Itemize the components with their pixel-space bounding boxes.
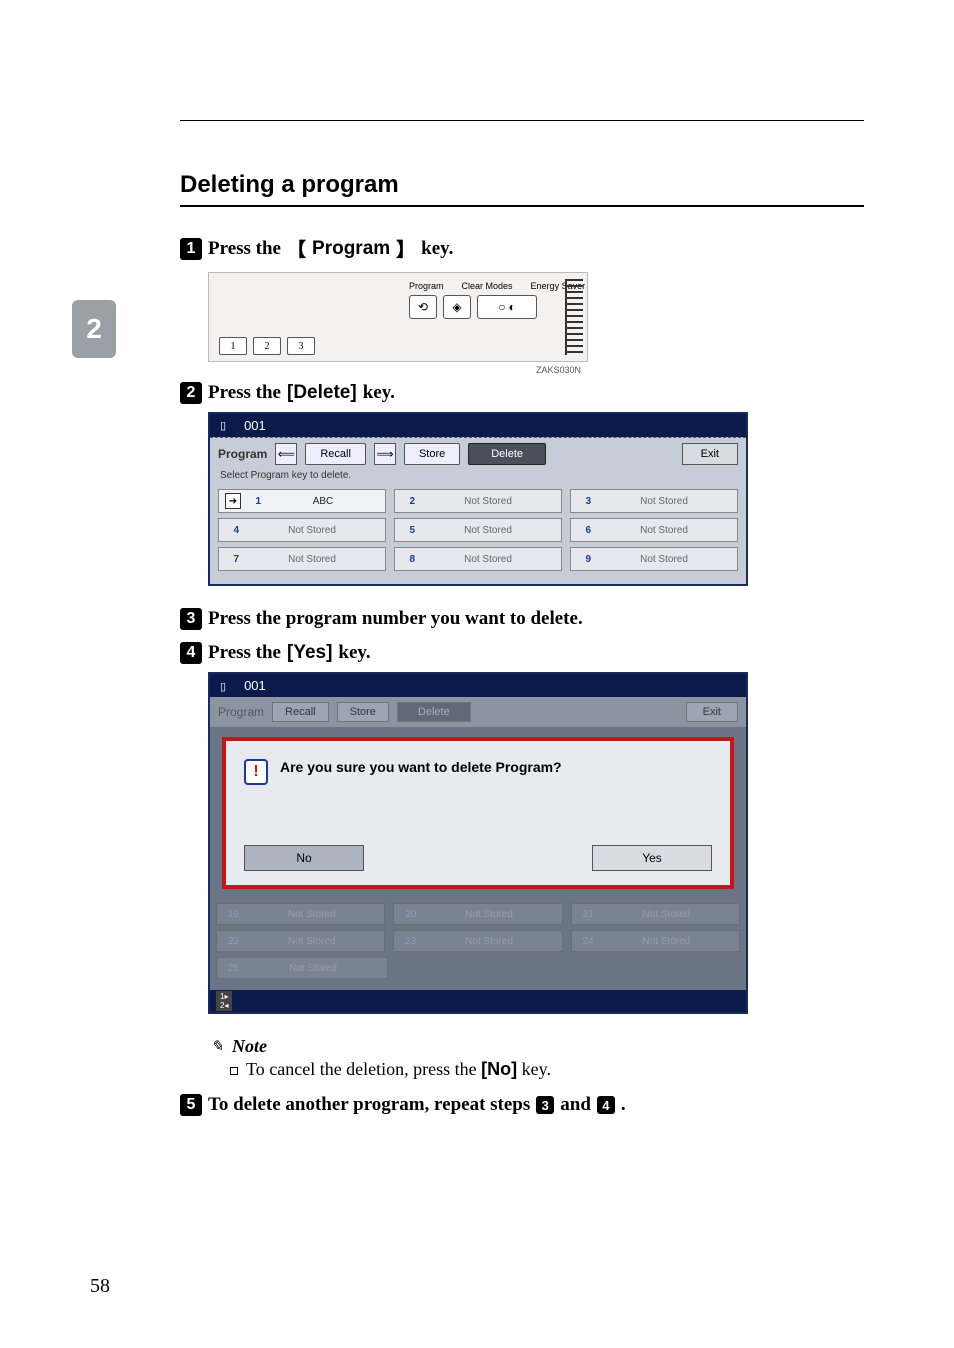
program-slot-8[interactable]: 8Not Stored — [394, 547, 562, 571]
program-key-label: Program — [312, 238, 390, 260]
numkey-2[interactable]: 2 — [253, 337, 281, 355]
step-5-text-b: and — [560, 1094, 591, 1116]
step-number-5: 5 — [180, 1094, 202, 1116]
bg-slot: 21Not Stored — [571, 903, 740, 925]
program-slot-7[interactable]: 7Not Stored — [218, 547, 386, 571]
control-panel-illustration: Program Clear Modes Energy Saver ⟲ ◈ ○ ◐… — [208, 272, 588, 362]
program-grid: ➔ 1 ABC 2Not Stored 3Not Stored 4Not Sto… — [210, 485, 746, 584]
delete-button[interactable]: Delete — [468, 443, 546, 465]
store-right-icon[interactable]: ⟹ — [374, 443, 396, 465]
bg-slot: 19Not Stored — [216, 903, 385, 925]
section-title: Deleting a program — [180, 171, 864, 199]
step-3-text: Press the program number you want to del… — [208, 608, 583, 630]
recall-left-icon[interactable]: ⟸ — [275, 443, 297, 465]
arrow-right-icon: ➔ — [225, 493, 241, 509]
step-4: 4 Press the [Yes] key. ▯001 Program Reca… — [180, 642, 864, 1080]
program-slot-4[interactable]: 4Not Stored — [218, 518, 386, 542]
no-key-label: [No] — [481, 1059, 517, 1079]
screen-toolbar: Program ⟸ Recall ⟹ Store Delete Exit — [210, 437, 746, 470]
step-4-text-b: key. — [338, 642, 370, 664]
store-button[interactable]: Store — [404, 443, 460, 465]
step-number-3: 3 — [180, 608, 202, 630]
yes-button[interactable]: Yes — [592, 845, 712, 871]
panel-label-program: Program — [409, 281, 444, 291]
lbracket-icon: 【 — [287, 235, 306, 262]
step-5: 5 To delete another program, repeat step… — [180, 1094, 864, 1116]
step-3: 3 Press the program number you want to d… — [180, 608, 864, 630]
warning-icon: ! — [244, 759, 268, 785]
step-number-1: 1 — [180, 238, 202, 260]
dimmed-toolbar: Program Recall Store Delete Exit — [210, 697, 746, 727]
delete-key-label: [Delete] — [287, 382, 357, 404]
slot-num: 1 — [247, 496, 261, 507]
top-rule — [180, 120, 864, 121]
note-text-b: key. — [517, 1059, 551, 1079]
step-5-text-c: . — [621, 1094, 626, 1116]
footer-indicator-icon: 1▸2◂ — [216, 991, 232, 1011]
panel-caption: ZAKS030N — [536, 365, 581, 375]
section-rule — [180, 205, 864, 207]
confirm-dialog: ! Are you sure you want to delete Progra… — [222, 737, 734, 889]
program-slot-2[interactable]: 2Not Stored — [394, 489, 562, 513]
confirm-titlebar: ▯001 — [210, 674, 746, 697]
toolbar-program-label: Program — [218, 447, 267, 461]
numkey-3[interactable]: 3 — [287, 337, 315, 355]
bg-slot: 24Not Stored — [571, 930, 740, 952]
program-slot-5[interactable]: 5Not Stored — [394, 518, 562, 542]
panel-hinge-icon — [565, 279, 583, 355]
side-tab: 2 — [72, 300, 116, 358]
no-button[interactable]: No — [244, 845, 364, 871]
recall-button[interactable]: Recall — [305, 443, 366, 465]
program-slot-1[interactable]: ➔ 1 ABC — [218, 489, 386, 513]
step-1: 1 Press the 【 Program 】 key. Program Cle… — [180, 235, 864, 362]
bg-slot: 25Not Stored — [216, 957, 388, 979]
step-1-text-a: Press the — [208, 238, 281, 260]
program-slot-6[interactable]: 6Not Stored — [570, 518, 738, 542]
yes-key-label: [Yes] — [287, 642, 332, 664]
program-slot-3[interactable]: 3Not Stored — [570, 489, 738, 513]
screen-titlebar: ▯ 001 — [210, 414, 746, 437]
step-2-text-b: key. — [363, 382, 395, 404]
dialog-message: Are you sure you want to delete Program? — [280, 759, 562, 775]
ref-step-4: 4 — [597, 1096, 615, 1114]
bullet-icon — [230, 1067, 238, 1075]
ref-step-3: 3 — [536, 1096, 554, 1114]
screen-footer: 1▸2◂ — [210, 990, 746, 1012]
note-block: ✎ Note To cancel the deletion, press the… — [208, 1036, 864, 1080]
step-4-text-a: Press the — [208, 642, 281, 664]
slot-label: ABC — [267, 496, 379, 507]
program-slot-9[interactable]: 9Not Stored — [570, 547, 738, 571]
step-2: 2 Press the [Delete] key. ▯ 001 Program … — [180, 382, 864, 586]
pencil-icon: ✎ — [208, 1038, 226, 1056]
step-5-text-a: To delete another program, repeat steps — [208, 1094, 530, 1116]
confirm-screen: ▯001 Program Recall Store Delete Exit ! … — [208, 672, 748, 1014]
clear-modes-button[interactable]: ◈ — [443, 295, 471, 319]
rbracket-icon: 】 — [396, 235, 415, 262]
exit-button[interactable]: Exit — [682, 443, 738, 465]
bg-slot: 22Not Stored — [216, 930, 385, 952]
program-screen: ▯ 001 Program ⟸ Recall ⟹ Store Delete Ex… — [208, 412, 748, 586]
step-number-2: 2 — [180, 382, 202, 404]
screen-subtext: Select Program key to delete. — [210, 470, 746, 485]
page-number: 58 — [90, 1275, 110, 1298]
numkey-1[interactable]: 1 — [219, 337, 247, 355]
step-number-4: 4 — [180, 642, 202, 664]
program-button[interactable]: ⟲ — [409, 295, 437, 319]
note-text-a: To cancel the deletion, press the — [246, 1059, 481, 1079]
energy-saver-button[interactable]: ○ ◐ — [477, 295, 537, 319]
bg-slot: 23Not Stored — [393, 930, 562, 952]
step-1-text-b: key. — [421, 238, 453, 260]
step-2-text-a: Press the — [208, 382, 281, 404]
screen-title-code: 001 — [244, 418, 266, 433]
panel-label-clear: Clear Modes — [462, 281, 513, 291]
note-head: Note — [232, 1036, 267, 1057]
bg-slot: 20Not Stored — [393, 903, 562, 925]
